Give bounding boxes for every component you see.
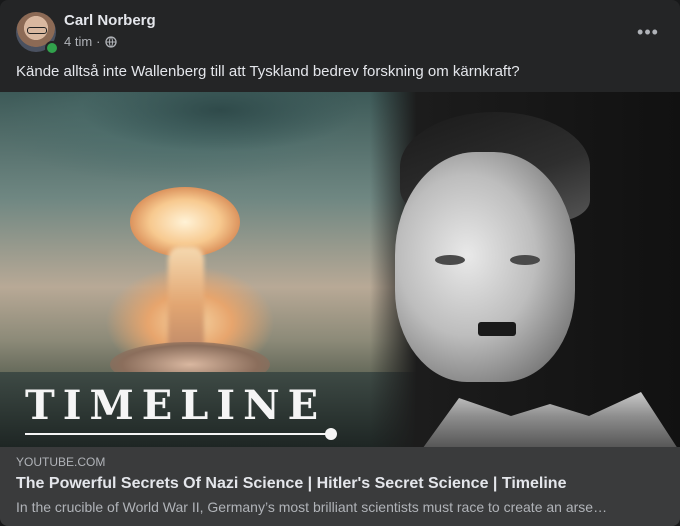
portrait-eye-left [435, 255, 465, 265]
link-title[interactable]: The Powerful Secrets Of Nazi Science | H… [16, 475, 566, 493]
online-status-dot [45, 41, 59, 55]
meta-separator: · [96, 34, 101, 49]
dark-cloud [80, 92, 360, 152]
post-header: Carl Norberg 4 tim · ••• [16, 12, 664, 55]
post-text: Kände alltså inte Wallenberg till att Ty… [16, 63, 520, 80]
portrait-face [395, 152, 575, 382]
timeline-dot [325, 428, 337, 440]
avatar-glasses [27, 27, 47, 34]
timeline-bar [25, 433, 331, 435]
link-preview-image[interactable]: TIMELINE [0, 92, 680, 447]
link-domain: YOUTUBE.COM [16, 455, 106, 469]
post-card: Carl Norberg 4 tim · ••• Kände alltså in… [0, 0, 680, 526]
portrait-moustache [478, 322, 516, 336]
author-name[interactable]: Carl Norberg [64, 12, 156, 29]
more-options-button[interactable]: ••• [632, 16, 664, 48]
link-info[interactable]: YOUTUBE.COM The Powerful Secrets Of Nazi… [0, 447, 680, 526]
globe-icon[interactable] [104, 35, 117, 48]
post-time[interactable]: 4 tim [64, 34, 92, 49]
portrait-eye-right [510, 255, 540, 265]
timeline-overlay-title: TIMELINE [25, 382, 327, 429]
link-description: In the crucible of World War II, Germany… [16, 499, 608, 515]
post-meta: 4 tim · [64, 34, 117, 49]
